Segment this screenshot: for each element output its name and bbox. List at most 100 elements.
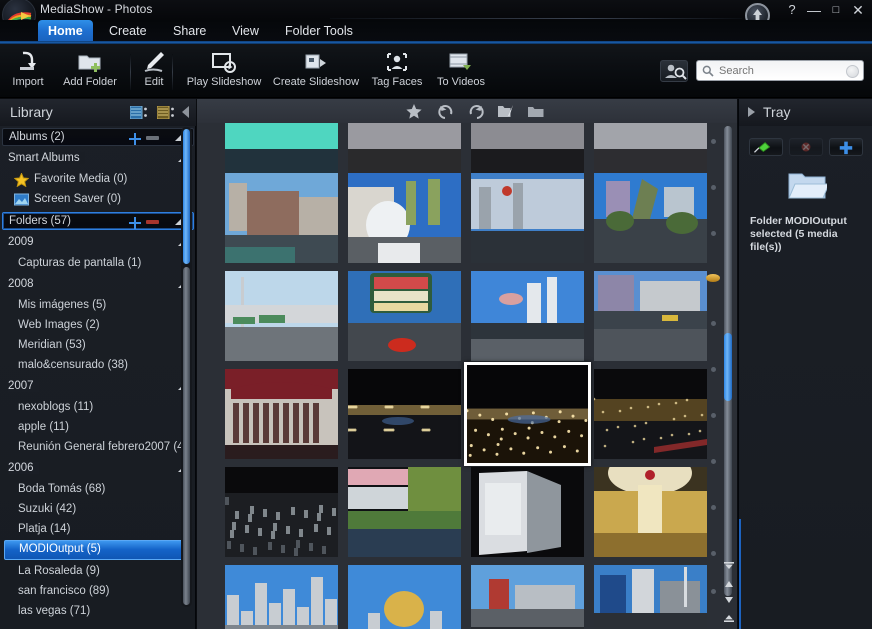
photo-thumbnail[interactable] <box>225 565 338 629</box>
sidebar-group-smart-albums[interactable]: Smart Albums <box>4 150 192 170</box>
sidebar-scrollbar-thumb[interactable] <box>183 129 190 264</box>
photo-thumbnail[interactable] <box>225 369 338 459</box>
ribbon-button-edit[interactable]: Edit <box>133 46 175 96</box>
photo-thumbnail[interactable] <box>594 467 707 557</box>
sidebar-section-albums[interactable]: Albums (2) <box>2 128 194 146</box>
row-marker-dot[interactable] <box>711 185 716 190</box>
folder-edit-icon[interactable] <box>497 103 515 120</box>
sidebar-item-nexoblogs[interactable]: nexoblogs (11) <box>4 398 192 418</box>
row-marker-dot[interactable] <box>711 413 716 418</box>
sidebar-section-label: Folders (57) <box>9 215 71 227</box>
sidebar-group-2006[interactable]: 2006 <box>4 460 192 480</box>
photo-thumbnail[interactable] <box>594 173 707 263</box>
sidebar-item-meridian[interactable]: Meridian (53) <box>4 336 192 356</box>
grid-scrollbar-thumb[interactable] <box>724 333 732 401</box>
photo-thumbnail[interactable] <box>471 565 584 629</box>
ribbon-button-add-folder[interactable]: Add Folder <box>54 46 126 96</box>
photo-thumbnail[interactable] <box>225 173 338 263</box>
folder-icon[interactable] <box>527 103 545 120</box>
search-input[interactable] <box>719 61 839 80</box>
photo-thumbnail-selected[interactable] <box>464 362 591 466</box>
sidebar-item-platja[interactable]: Platja (14) <box>4 520 192 540</box>
tab-create[interactable]: Create <box>99 20 157 42</box>
photo-thumbnail[interactable] <box>348 271 461 361</box>
rotate-right-icon[interactable] <box>467 103 485 120</box>
expand-right-icon[interactable] <box>748 107 755 117</box>
remove-icon[interactable] <box>146 220 159 224</box>
row-marker-dot[interactable] <box>711 459 716 464</box>
photo-thumbnail[interactable] <box>225 271 338 361</box>
sidebar-group-2009[interactable]: 2009 <box>4 234 192 254</box>
clear-circle-icon[interactable] <box>846 65 859 78</box>
photo-thumbnail[interactable] <box>471 271 584 361</box>
sidebar-item-las-vegas[interactable]: las vegas (71) <box>4 602 192 622</box>
sidebar-item-capturas-de-pantalla[interactable]: Capturas de pantalla (1) <box>4 254 192 274</box>
row-marker-dot[interactable] <box>711 367 716 372</box>
row-marker-dot[interactable] <box>711 551 716 556</box>
current-row-marker[interactable] <box>706 274 720 282</box>
row-marker-dot[interactable] <box>711 505 716 510</box>
star-icon[interactable] <box>405 103 423 120</box>
ribbon-button-play-slideshow[interactable]: Play Slideshow <box>176 46 272 96</box>
close-button[interactable]: ✕ <box>850 2 866 18</box>
scroll-top-icon[interactable] <box>724 557 734 565</box>
row-marker-dot[interactable] <box>711 321 716 326</box>
maximize-button[interactable]: □ <box>828 2 844 18</box>
help-button[interactable]: ? <box>784 2 800 18</box>
remove-icon[interactable] <box>146 136 159 140</box>
photo-thumbnail[interactable] <box>225 467 338 557</box>
sidebar-item-favorite-media[interactable]: Favorite Media (0) <box>4 170 192 190</box>
sidebar-item-malo-censurado[interactable]: malo&censurado (38) <box>4 356 192 376</box>
photo-thumbnail[interactable] <box>471 173 584 263</box>
scroll-bottom-icon[interactable] <box>724 609 734 617</box>
sidebar-item-apple[interactable]: apple (11) <box>4 418 192 438</box>
list-view-gold-icon[interactable] <box>157 106 175 119</box>
scroll-up-icon[interactable] <box>724 575 734 583</box>
sidebar-item-web-images[interactable]: Web Images (2) <box>4 316 192 336</box>
ribbon-button-create-slideshow[interactable]: Create Slideshow <box>266 46 366 96</box>
list-view-blue-icon[interactable] <box>130 106 148 119</box>
sidebar-group-2008[interactable]: 2008 <box>4 276 192 296</box>
photo-thumbnail[interactable] <box>348 173 461 263</box>
sidebar-item-suzuki[interactable]: Suzuki (42) <box>4 500 192 520</box>
ribbon-button-import[interactable]: Import <box>4 46 52 96</box>
pin-green-icon[interactable] <box>749 138 783 156</box>
photo-thumbnail[interactable] <box>471 467 584 557</box>
ribbon-button-to-videos[interactable]: To Videos <box>428 46 494 96</box>
row-marker-dot[interactable] <box>711 231 716 236</box>
photo-thumbnail[interactable] <box>348 565 461 629</box>
row-marker-dot[interactable] <box>711 589 716 594</box>
sidebar-item-la-rosaleda[interactable]: La Rosaleda (9) <box>4 562 192 582</box>
row-marker-dot[interactable] <box>711 139 716 144</box>
photo-image <box>348 565 461 629</box>
sidebar-item-boda-tom-s[interactable]: Boda Tomás (68) <box>4 480 192 500</box>
sidebar-section-folders[interactable]: Folders (57) <box>2 212 194 230</box>
photo-thumbnail[interactable] <box>594 369 707 459</box>
sidebar-item-label: Favorite Media (0) <box>34 173 127 185</box>
photo-thumbnail[interactable] <box>348 467 461 557</box>
photo-thumbnail[interactable] <box>348 369 461 459</box>
sidebar-item-modioutput[interactable]: MODIOutput (5) <box>4 540 192 560</box>
face-search-icon[interactable] <box>660 60 688 82</box>
sidebar-item-san-francisco[interactable]: san francisco (89) <box>4 582 192 602</box>
minimize-button[interactable]: — <box>806 2 822 18</box>
add-icon[interactable] <box>129 216 141 228</box>
rotate-left-icon[interactable] <box>437 103 455 120</box>
collapse-left-icon[interactable] <box>182 106 189 118</box>
photo-thumbnail[interactable] <box>594 271 707 361</box>
add-blue-icon[interactable] <box>829 138 863 156</box>
tab-home[interactable]: Home <box>38 20 93 42</box>
search-box[interactable] <box>696 60 864 81</box>
scroll-down-icon[interactable] <box>724 591 734 599</box>
sidebar-item-mis-im-genes[interactable]: Mis imágenes (5) <box>4 296 192 316</box>
ribbon-button-tag-faces[interactable]: Tag Faces <box>366 46 428 96</box>
sidebar-scrollbar-lower[interactable] <box>183 267 190 605</box>
sidebar-item-reuni-n-general-febrero2007[interactable]: Reunión General febrero2007 (4) <box>4 438 192 458</box>
photo-thumbnail[interactable] <box>594 565 707 629</box>
sidebar-group-2007[interactable]: 2007 <box>4 378 192 398</box>
tab-share[interactable]: Share <box>163 20 216 42</box>
sidebar-item-screen-saver[interactable]: Screen Saver (0) <box>4 190 192 210</box>
tab-folder-tools[interactable]: Folder Tools <box>275 20 363 42</box>
tab-view[interactable]: View <box>222 20 269 42</box>
add-icon[interactable] <box>129 132 141 144</box>
